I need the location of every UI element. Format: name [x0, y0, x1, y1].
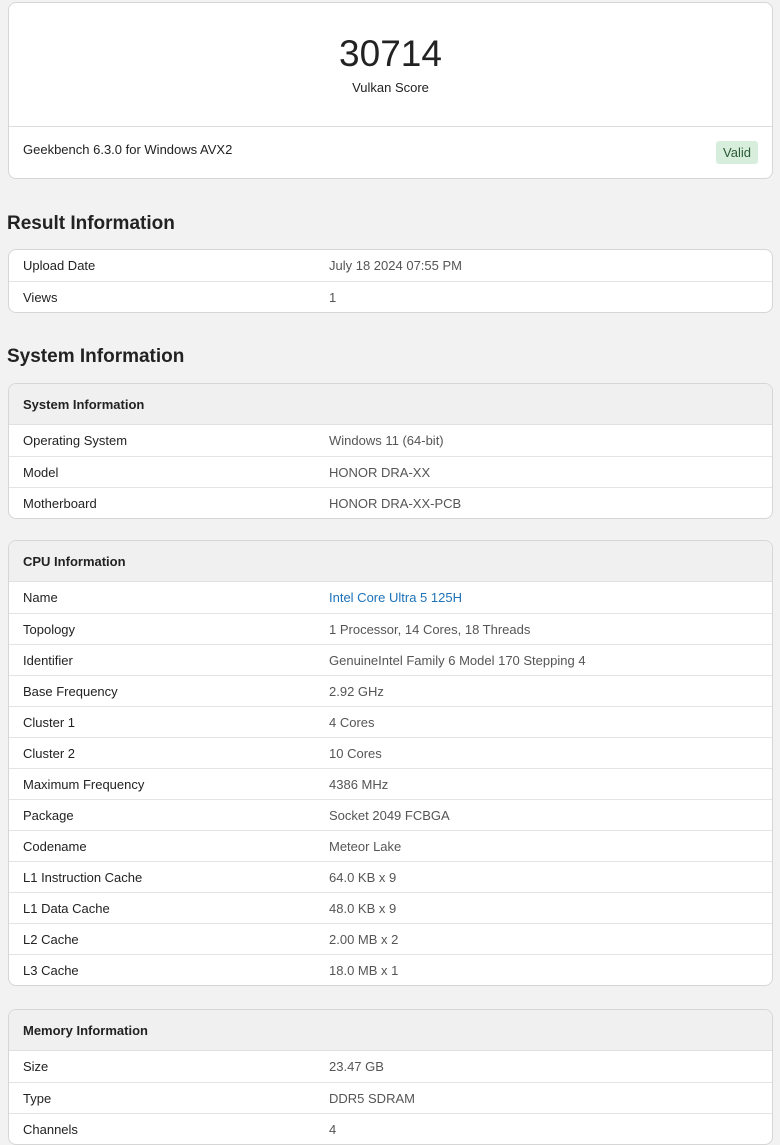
row-value: Socket 2049 FCBGA: [329, 808, 450, 823]
row-key: Size: [23, 1059, 49, 1074]
table-row: Type DDR5 SDRAM: [9, 1082, 772, 1113]
row-key: Motherboard: [23, 496, 97, 511]
table-title: Memory Information: [23, 1023, 148, 1038]
row-value: 1 Processor, 14 Cores, 18 Threads: [329, 622, 531, 637]
status-badge: Valid: [716, 141, 758, 164]
row-value: 2.00 MB x 2: [329, 932, 399, 947]
row-key: L1 Data Cache: [23, 901, 110, 916]
table-row: Motherboard HONOR DRA-XX-PCB: [9, 487, 772, 518]
row-key: Cluster 2: [23, 746, 76, 761]
memory-information-table: Memory Information Size 23.47 GB Type DD…: [8, 1009, 773, 1145]
row-value: 4: [329, 1122, 337, 1137]
table-row: Base Frequency 2.92 GHz: [9, 675, 772, 706]
row-key: Codename: [23, 839, 87, 854]
table-row: Codename Meteor Lake: [9, 830, 772, 861]
row-key: L2 Cache: [23, 932, 79, 947]
result-information-heading: Result Information: [7, 213, 175, 234]
table-header: CPU Information: [9, 541, 772, 582]
row-value: 23.47 GB: [329, 1059, 384, 1074]
vulkan-score-value: 30714: [339, 33, 442, 74]
table-row: Size 23.47 GB: [9, 1051, 772, 1082]
row-key: Base Frequency: [23, 684, 118, 699]
system-information-heading: System Information: [7, 346, 185, 367]
table-title: System Information: [23, 397, 145, 412]
row-value: HONOR DRA-XX-PCB: [329, 496, 462, 511]
table-body: Name Intel Core Ultra 5 125H Topology 1 …: [9, 582, 772, 985]
table-row: L2 Cache 2.00 MB x 2: [9, 923, 772, 954]
table-row: L1 Instruction Cache 64.0 KB x 9: [9, 861, 772, 892]
benchmark-version: Geekbench 6.3.0 for Windows AVX2: [23, 142, 233, 157]
table-row: L3 Cache 18.0 MB x 1: [9, 954, 772, 985]
row-value: DDR5 SDRAM: [329, 1091, 415, 1106]
row-key: Model: [23, 465, 59, 480]
row-key: L3 Cache: [23, 963, 79, 978]
table-row: Cluster 1 4 Cores: [9, 706, 772, 737]
row-value: Windows 11 (64-bit): [329, 433, 444, 448]
table-title: CPU Information: [23, 554, 126, 569]
table-header: System Information: [9, 384, 772, 425]
row-key: Views: [23, 290, 58, 305]
row-key: Package: [23, 808, 74, 823]
table-row: Identifier GenuineIntel Family 6 Model 1…: [9, 644, 772, 675]
cpu-information-table: CPU Information Name Intel Core Ultra 5 …: [8, 540, 773, 986]
row-key: Maximum Frequency: [23, 777, 145, 792]
table-row: Operating System Windows 11 (64-bit): [9, 425, 772, 456]
row-key: Type: [23, 1091, 52, 1106]
score-summary: 30714 Vulkan Score: [9, 3, 772, 127]
table-row: L1 Data Cache 48.0 KB x 9: [9, 892, 772, 923]
row-value: GenuineIntel Family 6 Model 170 Stepping…: [329, 653, 586, 668]
row-key: Channels: [23, 1122, 78, 1137]
vulkan-score-label: Vulkan Score: [352, 80, 429, 95]
row-key: Identifier: [23, 653, 73, 668]
table-body: Size 23.47 GB Type DDR5 SDRAM Channels 4: [9, 1051, 772, 1144]
row-value: 18.0 MB x 1: [329, 963, 399, 978]
table-row: Topology 1 Processor, 14 Cores, 18 Threa…: [9, 613, 772, 644]
table-row: Cluster 2 10 Cores: [9, 737, 772, 768]
table-row: Views 1: [9, 281, 772, 312]
table-header: Memory Information: [9, 1010, 772, 1051]
row-key: Operating System: [23, 433, 128, 448]
row-value: 4 Cores: [329, 715, 375, 730]
table-row: Model HONOR DRA-XX: [9, 456, 772, 487]
result-information-table: Upload Date July 18 2024 07:55 PM Views …: [8, 249, 773, 313]
table-row: Upload Date July 18 2024 07:55 PM: [9, 250, 772, 281]
row-value: 4386 MHz: [329, 777, 389, 792]
table-row: Name Intel Core Ultra 5 125H: [9, 582, 772, 613]
row-key: Topology: [23, 622, 76, 637]
table-row: Maximum Frequency 4386 MHz: [9, 768, 772, 799]
table-body: Operating System Windows 11 (64-bit) Mod…: [9, 425, 772, 518]
score-card: 30714 Vulkan Score Geekbench 6.3.0 for W…: [8, 2, 773, 179]
score-footer: Geekbench 6.3.0 for Windows AVX2 Valid: [9, 127, 772, 178]
system-information-table: System Information Operating System Wind…: [8, 383, 773, 519]
row-value: HONOR DRA-XX: [329, 465, 431, 480]
cpu-name-link[interactable]: Intel Core Ultra 5 125H: [329, 590, 462, 605]
row-key: Name: [23, 590, 58, 605]
row-value: 64.0 KB x 9: [329, 870, 397, 885]
row-key: Cluster 1: [23, 715, 76, 730]
row-key: L1 Instruction Cache: [23, 870, 143, 885]
row-value: 2.92 GHz: [329, 684, 384, 699]
row-value: 48.0 KB x 9: [329, 901, 397, 916]
row-value: 1: [329, 290, 337, 305]
row-value: July 18 2024 07:55 PM: [329, 258, 462, 273]
table-row: Channels 4: [9, 1113, 772, 1144]
table-row: Package Socket 2049 FCBGA: [9, 799, 772, 830]
row-value: 10 Cores: [329, 746, 382, 761]
row-value: Meteor Lake: [329, 839, 402, 854]
row-key: Upload Date: [23, 258, 96, 273]
